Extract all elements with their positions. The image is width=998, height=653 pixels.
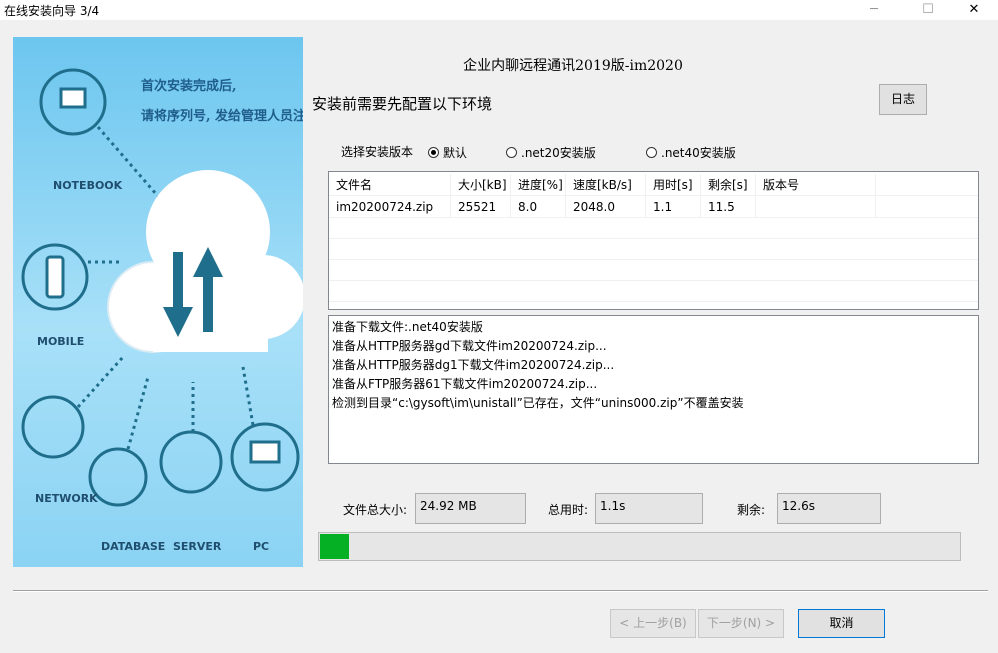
cell-filename: im20200724.zip — [329, 196, 451, 217]
cancel-button[interactable]: 取消 — [798, 609, 885, 638]
cell-size: 25521 — [451, 196, 511, 217]
hero-caption-1: 首次安装完成后, — [141, 79, 237, 94]
version-label: 选择安装版本 — [341, 145, 414, 159]
log-line: 准备从FTP服务器61下载文件im20200724.zip... — [332, 377, 598, 391]
cell-elapsed: 1.1 — [646, 196, 701, 217]
back-button[interactable]: < 上一步(B) — [610, 609, 696, 638]
column-header[interactable]: 大小[kB] — [451, 174, 511, 195]
cell-remaining: 11.5 — [701, 196, 756, 217]
svg-text:SERVER: SERVER — [173, 540, 222, 553]
cell-version — [756, 196, 876, 217]
log-line: 准备下载文件:.net40安装版 — [332, 320, 483, 334]
table-row-empty — [329, 280, 978, 302]
svg-text:DATABASE: DATABASE — [101, 540, 165, 553]
table-row-empty — [329, 259, 978, 281]
radio-label: .net40安装版 — [661, 146, 736, 160]
network-icon — [21, 395, 85, 459]
cell-speed: 2048.0 — [566, 196, 646, 217]
log-line: 检测到目录“c:\gysoft\im\unistall”已存在，文件“unins… — [332, 396, 744, 410]
table-header: 文件名 大小[kB] 进度[%] 速度[kB/s] 用时[s] 剩余[s] 版本… — [329, 174, 978, 196]
column-header[interactable]: 用时[s] — [646, 174, 701, 195]
column-header[interactable]: 文件名 — [329, 174, 451, 195]
next-button[interactable]: 下一步(N) > — [698, 609, 784, 638]
radio-circle[interactable] — [506, 147, 517, 158]
radio-net20[interactable]: .net20安装版 — [506, 144, 596, 161]
server-icon — [159, 430, 223, 494]
remaining-label: 剩余: — [737, 503, 766, 517]
download-table[interactable]: 文件名 大小[kB] 进度[%] 速度[kB/s] 用时[s] 剩余[s] 版本… — [328, 171, 979, 310]
remaining-value: 12.6s — [777, 493, 881, 524]
svg-text:PC: PC — [253, 540, 269, 553]
radio-default[interactable]: 默认 — [428, 144, 467, 161]
maximize-icon[interactable]: ☐ — [905, 0, 951, 20]
log-line: 准备从HTTP服务器gd下载文件im20200724.zip... — [332, 339, 607, 353]
column-header[interactable]: 剩余[s] — [701, 174, 756, 195]
progress-fill — [320, 534, 349, 559]
progress-bar — [318, 532, 961, 561]
log-button[interactable]: 日志 — [879, 84, 927, 115]
product-title: 企业内聊远程通讯2019版-im2020 — [463, 58, 683, 74]
minimize-icon[interactable]: ─ — [851, 0, 897, 20]
log-line: 准备从HTTP服务器dg1下载文件im20200724.zip... — [332, 358, 615, 372]
total-size-value: 24.92 MB — [415, 493, 526, 524]
svg-text:MOBILE: MOBILE — [37, 335, 84, 348]
column-header[interactable]: 速度[kB/s] — [566, 174, 646, 195]
total-size-label: 文件总大小: — [343, 503, 408, 517]
separator-highlight — [13, 591, 988, 592]
hero-caption-2: 请将序列号, 发给管理人员注册 — [141, 109, 303, 124]
database-icon — [88, 447, 148, 507]
radio-circle[interactable] — [646, 147, 657, 158]
radio-label: 默认 — [443, 146, 468, 160]
radio-net40[interactable]: .net40安装版 — [646, 144, 736, 161]
column-header[interactable]: 进度[%] — [511, 174, 566, 195]
window-title: 在线安装向导 3/4 — [4, 4, 100, 18]
elapsed-label: 总用时: — [548, 503, 589, 517]
radio-circle[interactable] — [428, 147, 439, 158]
elapsed-value: 1.1s — [595, 493, 703, 524]
table-row-empty — [329, 217, 978, 239]
table-row-empty — [329, 238, 978, 260]
table-row[interactable]: im20200724.zip 25521 8.0 2048.0 1.1 11.5 — [329, 196, 978, 218]
svg-text:NOTEBOOK: NOTEBOOK — [53, 179, 123, 192]
hero-illustration: NOTEBOOK MOBILE NETWORK DATABASE SERVER … — [13, 37, 303, 567]
svg-text:NETWORK: NETWORK — [35, 492, 98, 505]
close-icon[interactable]: ✕ — [951, 0, 997, 20]
title-bar[interactable]: 在线安装向导 3/4 ─ ☐ ✕ — [0, 0, 998, 20]
column-header[interactable]: 版本号 — [756, 174, 876, 195]
cell-progress: 8.0 — [511, 196, 566, 217]
radio-label: .net20安装版 — [521, 146, 596, 160]
page-subtitle: 安装前需要先配置以下环境 — [312, 95, 493, 113]
log-box[interactable]: 准备下载文件:.net40安装版 准备从HTTP服务器gd下载文件im20200… — [328, 315, 979, 464]
